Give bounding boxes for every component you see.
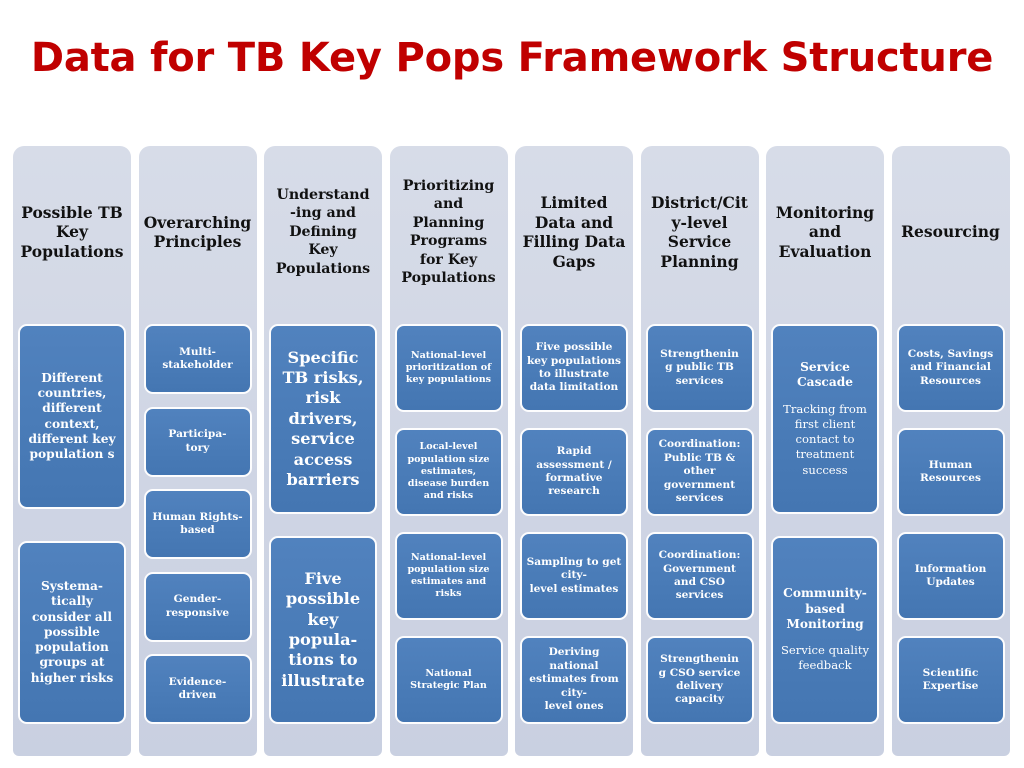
card-title: Coordination: Government and CSO service…	[658, 549, 741, 602]
column-header: Understand -ing and Defining Key Populat…	[275, 186, 371, 277]
column-card-list: Different countries, different context, …	[18, 324, 126, 724]
card-item[interactable]: National Strategic Plan	[394, 636, 503, 724]
framework-column-prioritizing-planning-programs[interactable]: Prioritizing and Planning Programs for K…	[389, 146, 508, 756]
framework-column-resourcing[interactable]: Resourcing Costs, Savings and Financial …	[891, 146, 1010, 756]
slide-canvas: Data for TB Key Pops Framework Structure…	[0, 0, 1024, 768]
card-title: Different countries, different context, …	[28, 370, 116, 461]
card-item[interactable]: National-level prioritization of key pop…	[394, 324, 503, 412]
card-item[interactable]: Human Rights- based	[143, 489, 252, 559]
card-item[interactable]: Local-level population size estimates, d…	[394, 428, 503, 516]
column-header: Limited Data and Filling Data Gaps	[522, 193, 626, 271]
card-item[interactable]: Coordination: Public TB & other governme…	[645, 428, 754, 516]
card-item[interactable]: Strengthenin g CSO service delivery capa…	[645, 636, 754, 724]
card-item[interactable]: Participa- tory	[143, 406, 252, 477]
card-item[interactable]: Deriving national estimates from city- l…	[520, 636, 628, 724]
column-header: Monitoring and Evaluation	[775, 202, 875, 261]
card-title: Rapid assessment / formative research	[536, 445, 612, 498]
card-title: Information Updates	[914, 562, 987, 588]
card-item[interactable]: National-level population size estimates…	[394, 532, 503, 620]
card-title: Coordination: Public TB & other governme…	[658, 438, 741, 505]
card-item[interactable]: Human Resources	[896, 428, 1005, 516]
card-title: Systema- tically consider all possible p…	[30, 579, 114, 685]
card-title: Local-level population size estimates, d…	[407, 441, 490, 502]
column-card-list: Multi- stakeholder Participa- tory Human…	[143, 324, 252, 724]
card-title: National-level population size estimates…	[407, 551, 490, 600]
card-title: Human Resources	[919, 458, 981, 484]
card-title: Gender- responsive	[165, 593, 230, 619]
card-title: Community- based Monitoring	[783, 586, 867, 631]
column-header: Resourcing	[901, 222, 1000, 242]
card-title: Five possible key populations to illustr…	[526, 341, 622, 394]
card-title: Costs, Savings and Financial Resources	[907, 347, 994, 387]
column-header: Possible TB Key Populations	[20, 202, 124, 261]
card-item[interactable]: Scientific Expertise	[896, 636, 1005, 724]
card-title: National-level prioritization of key pop…	[405, 349, 492, 386]
card-title: Strengthenin g public TB services	[660, 347, 739, 387]
card-title: Scientific Expertise	[922, 666, 979, 692]
column-card-list: Costs, Savings and Financial Resources H…	[896, 324, 1005, 724]
card-item[interactable]: Specific TB risks, risk drivers, service…	[269, 324, 377, 514]
column-header: District/Cit y-level Service Planning	[651, 193, 748, 271]
card-item[interactable]: Different countries, different context, …	[18, 324, 126, 509]
column-header: Prioritizing and Planning Programs for K…	[401, 177, 496, 287]
card-title: Participa- tory	[168, 428, 227, 454]
card-title: Service Cascade	[796, 360, 854, 390]
card-item[interactable]: Gender- responsive	[143, 571, 252, 642]
page-title: Data for TB Key Pops Framework Structure	[30, 35, 994, 81]
card-item[interactable]: Community- based Monitoring Service qual…	[771, 536, 879, 724]
framework-column-overarching-principles[interactable]: Overarching Principles Multi- stakeholde…	[138, 146, 257, 756]
card-title: Five possible key popula- tions to illus…	[281, 568, 365, 690]
framework-column-possible-tb-key-populations[interactable]: Possible TB Key Populations Different co…	[13, 146, 131, 756]
card-item[interactable]: Evidence- driven	[143, 654, 252, 724]
framework-column-limited-data-filling-gaps[interactable]: Limited Data and Filling Data Gaps Five …	[515, 146, 633, 756]
card-title: Human Rights- based	[152, 510, 243, 536]
card-item[interactable]: Sampling to get city- level estimates	[520, 532, 628, 620]
framework-column-district-city-level-service-planning[interactable]: District/Cit y-level Service Planning St…	[640, 146, 759, 756]
card-title: Specific TB risks, risk drivers, service…	[282, 347, 364, 490]
card-item[interactable]: Five possible key popula- tions to illus…	[269, 536, 377, 724]
card-item[interactable]: Costs, Savings and Financial Resources	[896, 324, 1005, 412]
column-card-list: National-level prioritization of key pop…	[394, 324, 503, 724]
card-item[interactable]: Service Cascade Tracking from first clie…	[771, 324, 879, 514]
framework-column-understanding-defining-key-populations[interactable]: Understand -ing and Defining Key Populat…	[264, 146, 382, 756]
card-title: Sampling to get city- level estimates	[526, 555, 622, 595]
card-item[interactable]: Five possible key populations to illustr…	[520, 324, 628, 412]
column-card-list: Five possible key populations to illustr…	[520, 324, 628, 724]
card-title: Deriving national estimates from city- l…	[529, 646, 619, 713]
card-item[interactable]: Rapid assessment / formative research	[520, 428, 628, 516]
card-title: National Strategic Plan	[410, 667, 487, 691]
card-item[interactable]: Information Updates	[896, 532, 1005, 620]
framework-columns: Possible TB Key Populations Different co…	[13, 146, 1011, 756]
card-item[interactable]: Strengthenin g public TB services	[645, 324, 754, 412]
column-card-list: Strengthenin g public TB services Coordi…	[645, 324, 754, 724]
framework-column-monitoring-evaluation[interactable]: Monitoring and Evaluation Service Cascad…	[766, 146, 884, 756]
column-card-list: Specific TB risks, risk drivers, service…	[269, 324, 377, 724]
card-subtitle: Service quality feedback	[780, 643, 870, 673]
card-title: Strengthenin g CSO service delivery capa…	[658, 653, 741, 706]
column-header: Overarching Principles	[143, 212, 252, 252]
card-subtitle: Tracking from first client contact to tr…	[783, 401, 867, 477]
column-card-list: Service Cascade Tracking from first clie…	[771, 324, 879, 724]
card-title: Evidence- driven	[168, 675, 227, 701]
card-title: Multi- stakeholder	[162, 345, 233, 371]
card-item[interactable]: Systema- tically consider all possible p…	[18, 541, 126, 724]
card-item[interactable]: Multi- stakeholder	[143, 324, 252, 394]
card-item[interactable]: Coordination: Government and CSO service…	[645, 532, 754, 620]
